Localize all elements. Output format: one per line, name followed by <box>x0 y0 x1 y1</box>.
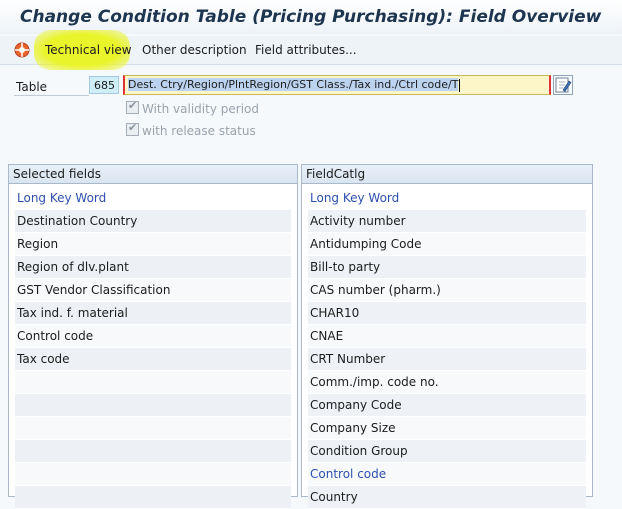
table-row[interactable]: Country <box>308 486 586 509</box>
table-row[interactable]: CNAE <box>308 325 586 348</box>
selected-fields-list: Long Key Word Destination Country Region… <box>9 184 297 509</box>
empty-row <box>15 371 291 394</box>
table-row[interactable]: Company Size <box>308 417 586 440</box>
table-row[interactable]: Tax ind. f. material <box>15 302 291 325</box>
pencil-edit-icon <box>555 77 572 93</box>
table-row-selected-field[interactable]: Control code <box>308 463 586 486</box>
checkmark-icon: ✔ <box>128 121 138 134</box>
table-row[interactable]: Region of dlv.plant <box>15 256 291 279</box>
validity-period-label: With validity period <box>142 102 259 116</box>
table-row[interactable]: Tax code <box>15 348 291 371</box>
table-row[interactable]: Bill-to party <box>308 256 586 279</box>
selected-fields-panel: Selected fields Long Key Word Destinatio… <box>8 164 298 509</box>
field-catalog-list: Long Key Word Activity number Antidumpin… <box>302 184 592 509</box>
table-row[interactable]: Destination Country <box>15 210 291 233</box>
window-title: Change Condition Table (Pricing Purchasi… <box>20 7 602 27</box>
table-number-field: 685 <box>89 76 119 94</box>
validity-period-option: ✔ With validity period <box>126 99 259 116</box>
table-label-underline <box>14 95 89 96</box>
release-status-label: with release status <box>142 124 256 138</box>
table-row[interactable]: Activity number <box>308 210 586 233</box>
table-row[interactable]: GST Vendor Classification <box>15 279 291 302</box>
empty-row <box>15 417 291 440</box>
selected-fields-title: Selected fields <box>9 165 297 184</box>
field-catalog-panel: FieldCatlg Long Key Word Activity number… <box>301 164 593 509</box>
field-catalog-column-header[interactable]: Long Key Word <box>308 187 586 210</box>
edit-description-button[interactable] <box>553 75 573 95</box>
table-row[interactable]: Company Code <box>308 394 586 417</box>
table-row[interactable]: Control code <box>15 325 291 348</box>
empty-row <box>15 394 291 417</box>
field-attributes-button[interactable]: Field attributes... <box>255 43 357 57</box>
validity-period-checkbox[interactable]: ✔ <box>126 99 139 114</box>
table-label: Table <box>16 80 48 94</box>
table-row[interactable]: Region <box>15 233 291 256</box>
selected-fields-column-header[interactable]: Long Key Word <box>15 187 291 210</box>
empty-row <box>15 486 291 509</box>
table-row[interactable]: CHAR10 <box>308 302 586 325</box>
empty-row <box>15 463 291 486</box>
table-row[interactable]: CAS number (pharm.) <box>308 279 586 302</box>
technical-view-button[interactable]: Technical view <box>45 43 132 57</box>
release-status-option: ✔ with release status <box>126 121 256 138</box>
release-status-checkbox[interactable]: ✔ <box>126 121 139 136</box>
table-description-input[interactable]: Dest. Ctry/Region/PlntRegion/GST Class./… <box>123 75 551 95</box>
checkmark-icon: ✔ <box>128 99 138 112</box>
table-row[interactable]: Comm./imp. code no. <box>308 371 586 394</box>
table-row[interactable]: CRT Number <box>308 348 586 371</box>
title-bar: Change Condition Table (Pricing Purchasi… <box>0 0 622 34</box>
table-description-text: Dest. Ctry/Region/PlntRegion/GST Class./… <box>128 78 459 91</box>
text-cursor <box>459 78 461 92</box>
other-description-button[interactable]: Other description <box>142 43 247 57</box>
table-row[interactable]: Antidumping Code <box>308 233 586 256</box>
display-change-icon[interactable] <box>14 42 30 58</box>
table-row[interactable]: Condition Group <box>308 440 586 463</box>
field-catalog-title: FieldCatlg <box>302 165 592 184</box>
empty-row <box>15 440 291 463</box>
